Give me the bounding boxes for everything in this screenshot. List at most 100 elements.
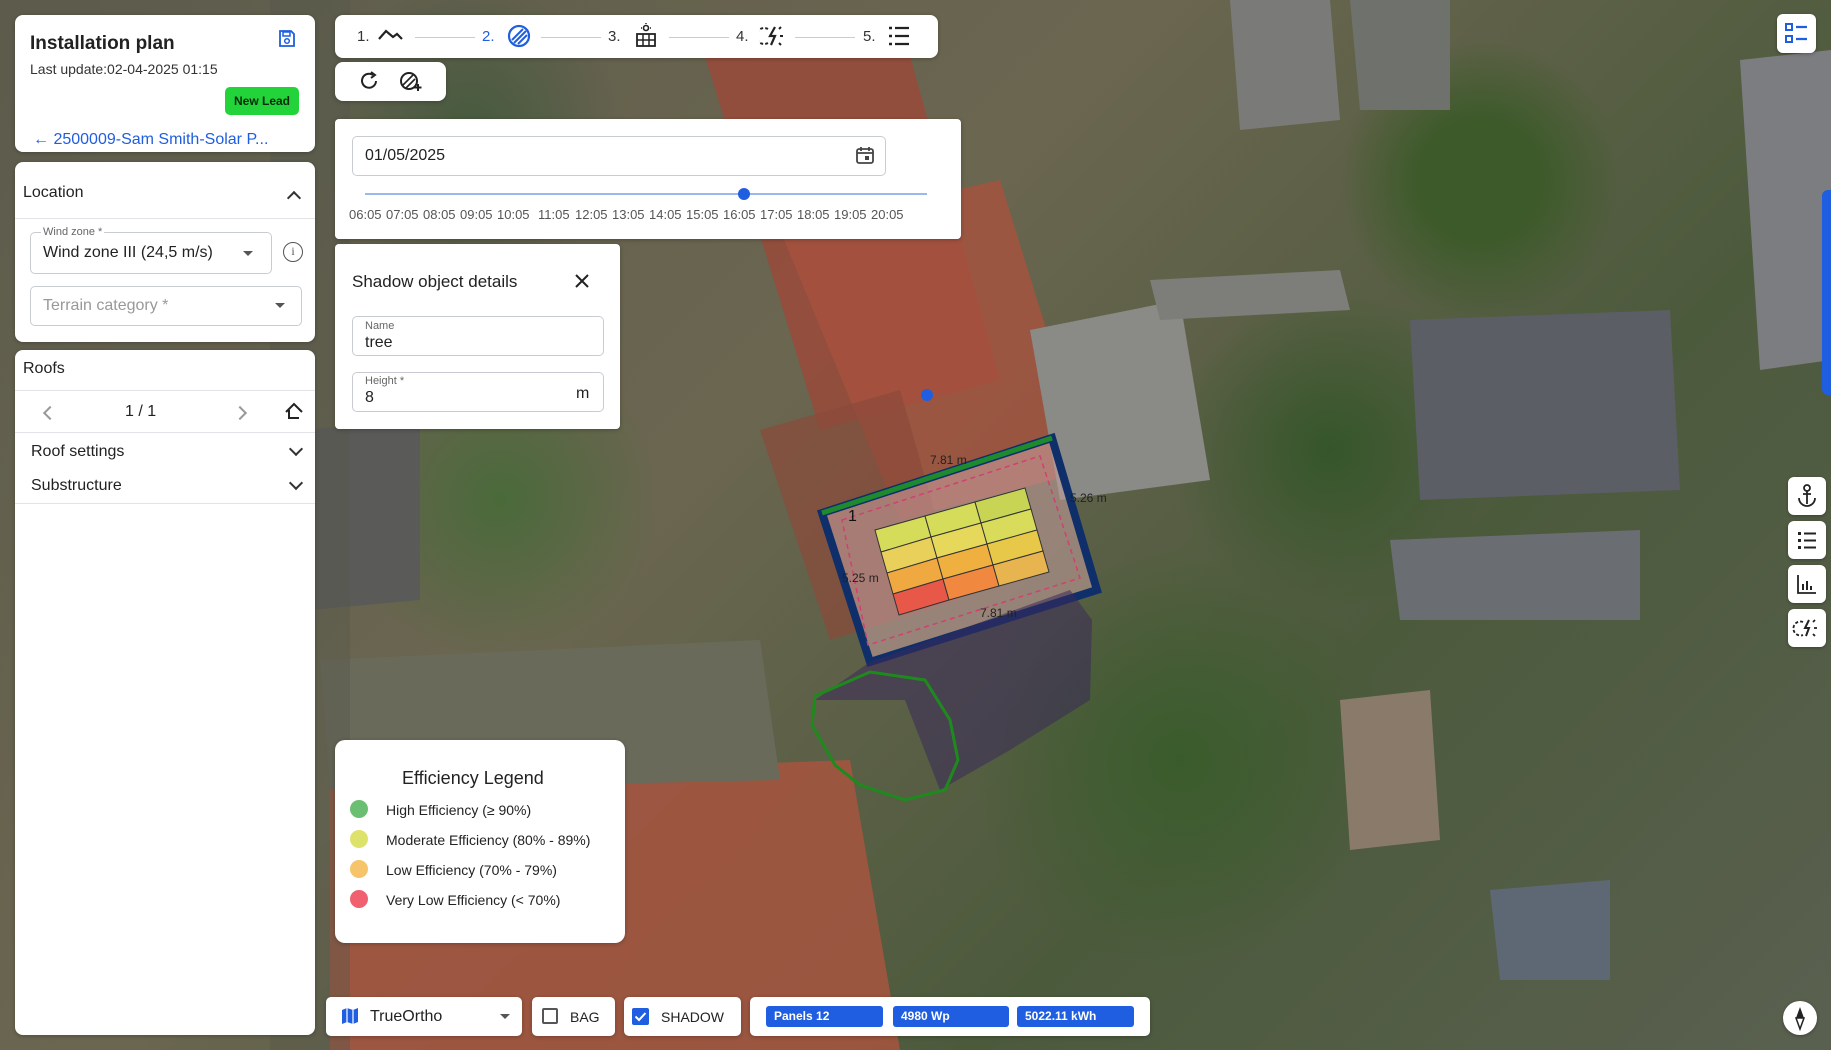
collapse-location-button[interactable] — [286, 190, 302, 206]
roof-settings-row[interactable]: Roof settings — [15, 434, 315, 468]
map-icon — [341, 1007, 359, 1025]
chevron-right-icon — [232, 405, 248, 421]
next-roof-button[interactable] — [232, 405, 249, 421]
shadow-panel-title: Shadow object details — [352, 272, 518, 291]
save-icon[interactable] — [277, 29, 297, 49]
layer-select-value: TrueOrtho — [370, 1008, 443, 1025]
roof-icon[interactable] — [377, 25, 403, 47]
list-icon[interactable] — [887, 24, 911, 48]
height-label: Height * — [365, 375, 405, 387]
date-input-value: 01/05/2025 — [365, 147, 446, 164]
list-icon — [1798, 532, 1816, 549]
wind-zone-label: Wind zone * — [41, 226, 105, 238]
info-icon[interactable]: i — [283, 242, 303, 262]
roof-pager: 1 / 1 — [125, 403, 157, 420]
shadow-height-input[interactable]: Height * 8 m — [352, 372, 604, 412]
close-icon[interactable] — [573, 272, 591, 290]
add-shadow-object-icon[interactable] — [399, 70, 423, 92]
back-link[interactable]: ← 2500009-Sam Smith-Solar P... — [33, 131, 268, 149]
chevron-down-icon — [288, 441, 304, 457]
time-label: 11:05 — [538, 207, 570, 222]
chevron-left-icon — [42, 405, 58, 421]
time-label: 20:05 — [871, 207, 904, 222]
dimension-label-right: 5.26 m — [1070, 491, 1107, 505]
time-label: 14:05 — [649, 207, 682, 222]
roofs-panel: Roofs 1 / 1 Roof settings Substructure — [15, 350, 315, 1035]
energy-icon — [1792, 619, 1817, 637]
dropdown-caret-icon — [243, 251, 253, 256]
wind-zone-value: Wind zone III (24,5 m/s) — [43, 244, 213, 261]
time-labels: 06:05 07:05 08:05 09:05 10:05 11:05 12:0… — [349, 207, 949, 225]
layer-select[interactable]: TrueOrtho — [326, 997, 522, 1036]
substructure-label: Substructure — [31, 477, 122, 494]
legend-color-low — [350, 860, 368, 878]
terrain-category-placeholder: Terrain category * — [43, 297, 169, 314]
date-input[interactable]: 01/05/2025 — [352, 136, 886, 176]
compass-icon — [1794, 1007, 1806, 1032]
check-icon — [634, 1012, 647, 1022]
shadow-label: SHADOW — [661, 1009, 724, 1025]
status-badge: New Lead — [225, 87, 299, 115]
step-navigation: 1. 2. 3. 4. 5. — [335, 15, 938, 58]
step-number-3: 3. — [608, 28, 621, 45]
time-label: 19:05 — [834, 207, 867, 222]
chart-button[interactable] — [1788, 565, 1826, 603]
legend-color-moderate — [350, 830, 368, 848]
chevron-down-icon — [288, 475, 304, 491]
time-slider[interactable] — [365, 187, 927, 203]
time-label: 15:05 — [686, 207, 719, 222]
step-number-2: 2. — [482, 28, 495, 45]
name-value: tree — [365, 334, 393, 351]
roof-home-icon[interactable] — [283, 400, 305, 422]
list-view-button[interactable] — [1788, 521, 1826, 559]
solar-panel-icon[interactable] — [633, 23, 659, 49]
chevron-up-icon — [286, 190, 302, 206]
time-label: 07:05 — [386, 207, 419, 222]
compass-rose-button[interactable] — [1788, 477, 1826, 515]
bag-checkbox[interactable] — [542, 1008, 558, 1024]
side-drawer-handle[interactable] — [1822, 190, 1831, 395]
time-label: 12:05 — [575, 207, 608, 222]
name-label: Name — [365, 320, 395, 332]
time-label: 18:05 — [797, 207, 830, 222]
legend-color-high — [350, 800, 368, 818]
energy-icon[interactable] — [755, 23, 785, 49]
arrow-left-icon: ← — [33, 131, 49, 148]
north-compass-button[interactable] — [1783, 1001, 1817, 1035]
calendar-icon[interactable] — [855, 145, 875, 165]
time-label: 08:05 — [423, 207, 456, 222]
shadow-checkbox[interactable] — [632, 1008, 649, 1025]
back-link-label: 2500009-Sam Smith-Solar P... — [53, 131, 269, 148]
substructure-row[interactable]: Substructure — [15, 468, 315, 502]
legend-toggle-button[interactable] — [1777, 14, 1816, 53]
legend-title: Efficiency Legend — [402, 768, 544, 788]
roof-number-label: 1 — [848, 508, 857, 525]
shadow-toggle[interactable]: SHADOW — [624, 997, 741, 1036]
dimension-label-bottom: 7.81 m — [980, 606, 1017, 620]
time-label: 17:05 — [760, 207, 793, 222]
power-wp: 4980 Wp — [893, 1006, 1009, 1027]
slider-thumb[interactable] — [738, 188, 750, 200]
prev-roof-button[interactable] — [41, 405, 58, 421]
shadow-name-input[interactable]: Name tree — [352, 316, 604, 356]
location-divider — [15, 218, 315, 219]
time-label: 10:05 — [497, 207, 530, 222]
energy-button[interactable] — [1788, 609, 1826, 647]
wind-zone-select[interactable]: Wind zone * Wind zone III (24,5 m/s) — [30, 226, 272, 274]
shadow-icon[interactable] — [507, 24, 531, 48]
efficiency-legend: Efficiency Legend High Efficiency (≥ 90%… — [335, 740, 625, 943]
substructure-divider — [15, 503, 315, 504]
step-connector — [541, 37, 601, 38]
refresh-icon[interactable] — [358, 70, 380, 92]
height-value: 8 — [365, 389, 374, 406]
time-label: 09:05 — [460, 207, 493, 222]
step-connector — [795, 37, 855, 38]
bag-toggle[interactable]: BAG — [532, 997, 615, 1036]
dropdown-caret-icon — [500, 1014, 510, 1019]
dimension-label-top: 7.81 m — [930, 453, 967, 467]
terrain-category-select[interactable]: Terrain category * — [30, 286, 302, 326]
legend-item-very-low: Very Low Efficiency (< 70%) — [386, 892, 561, 908]
roofs-title: Roofs — [23, 360, 65, 377]
bag-label: BAG — [570, 1009, 600, 1025]
page-title: Installation plan — [30, 33, 175, 54]
